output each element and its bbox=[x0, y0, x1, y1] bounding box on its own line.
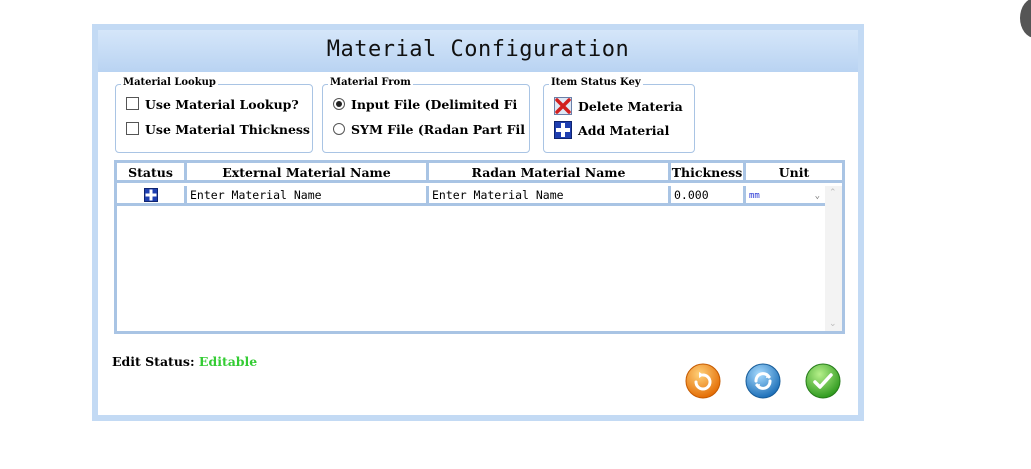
item-status-key-legend: Item Status Key bbox=[549, 77, 643, 88]
use-material-lookup-checkbox[interactable] bbox=[126, 97, 139, 110]
unit-select-value: mm bbox=[749, 191, 760, 201]
sym-file-radio[interactable] bbox=[333, 123, 345, 135]
column-header-unit[interactable]: Unit bbox=[746, 163, 842, 183]
item-status-key-group: Item Status Key Delete Materia Add Mater… bbox=[543, 77, 695, 153]
edit-status-value: Editable bbox=[198, 354, 258, 369]
unit-select[interactable]: mm ⌄ bbox=[746, 186, 825, 206]
use-material-thickness-label: Use Material Thickness' bbox=[145, 122, 310, 137]
add-plus-icon bbox=[554, 121, 572, 139]
thickness-field[interactable]: 0.000 bbox=[671, 186, 746, 206]
title-bar: Material Configuration bbox=[98, 30, 858, 72]
delete-key-label: Delete Materia bbox=[578, 99, 683, 114]
undo-icon bbox=[685, 363, 721, 399]
column-header-radan-name[interactable]: Radan Material Name bbox=[429, 163, 671, 183]
table-row-status[interactable] bbox=[117, 186, 187, 206]
sym-file-label: SYM File (Radan Part Fil bbox=[351, 122, 525, 137]
material-lookup-legend: Material Lookup bbox=[121, 77, 218, 88]
confirm-button[interactable] bbox=[805, 363, 841, 399]
input-file-radio[interactable] bbox=[333, 98, 345, 110]
undo-button[interactable] bbox=[685, 363, 721, 399]
add-plus-icon bbox=[143, 188, 158, 202]
input-file-label: Input File (Delimited Fi bbox=[351, 97, 518, 112]
grid-scrollbar[interactable]: ⌃ ⌄ bbox=[825, 186, 842, 331]
scroll-down-icon[interactable]: ⌄ bbox=[829, 319, 837, 329]
edit-status-label: Edit Status: bbox=[112, 354, 195, 369]
material-from-legend: Material From bbox=[328, 77, 413, 88]
use-material-thickness-checkbox[interactable] bbox=[126, 122, 139, 135]
dialog-title: Material Configuration bbox=[326, 37, 630, 62]
delete-x-icon bbox=[554, 97, 572, 115]
material-from-group: Material From Input File (Delimited Fi S… bbox=[322, 77, 530, 153]
refresh-button[interactable] bbox=[745, 363, 781, 399]
scroll-up-icon[interactable]: ⌃ bbox=[829, 188, 837, 198]
column-header-thickness[interactable]: Thickness bbox=[671, 163, 746, 183]
edit-status: Edit Status: Editable bbox=[112, 354, 257, 369]
radan-material-name-field[interactable]: Enter Material Name bbox=[429, 186, 671, 206]
checkmark-icon bbox=[805, 363, 841, 399]
chevron-down-icon: ⌄ bbox=[814, 191, 820, 201]
sym-file-option[interactable]: SYM File (Radan Part Fil bbox=[333, 122, 525, 137]
column-header-external-name[interactable]: External Material Name bbox=[187, 163, 429, 183]
input-file-option[interactable]: Input File (Delimited Fi bbox=[333, 97, 525, 112]
external-material-name-field[interactable]: Enter Material Name bbox=[187, 186, 429, 206]
add-key-row: Add Material bbox=[554, 121, 690, 139]
delete-key-row: Delete Materia bbox=[554, 97, 690, 115]
use-material-lookup-option[interactable]: Use Material Lookup? bbox=[126, 97, 299, 112]
material-lookup-group: Material Lookup Use Material Lookup? Use… bbox=[115, 77, 313, 153]
add-key-label: Add Material bbox=[578, 123, 670, 138]
use-material-lookup-label: Use Material Lookup? bbox=[145, 97, 299, 112]
corner-avatar bbox=[1020, 0, 1031, 38]
use-material-thickness-option[interactable]: Use Material Thickness' bbox=[126, 122, 310, 137]
materials-grid: Status External Material Name Radan Mate… bbox=[114, 160, 845, 334]
column-header-status[interactable]: Status bbox=[117, 163, 187, 183]
refresh-icon bbox=[745, 363, 781, 399]
